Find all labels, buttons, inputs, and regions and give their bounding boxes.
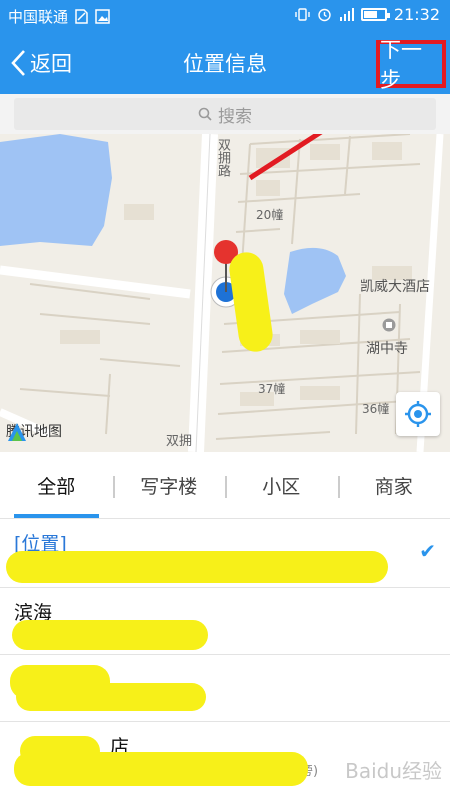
signal-icon — [339, 8, 354, 21]
annotation-arrow-icon — [248, 134, 323, 181]
poi-label-hotel: 凯威大酒店 — [360, 279, 430, 295]
carrier-label: 中国联通 — [8, 8, 69, 26]
no-sim-icon — [75, 9, 88, 24]
map-view[interactable]: 双拥路 双拥 20幢 37幢 36幢 幢 凯威大酒店 湖中寺 腾讯地图 — [0, 134, 450, 452]
search-input[interactable]: 搜索 — [14, 98, 436, 130]
locate-me-button[interactable] — [396, 392, 440, 436]
redaction-blob — [14, 752, 308, 786]
redaction-blob — [12, 620, 208, 650]
redaction-blob — [16, 683, 206, 711]
battery-icon — [360, 8, 390, 21]
next-step-label: 下一步 — [380, 38, 422, 92]
tab-label: 全部 — [37, 475, 76, 498]
crosshair-icon — [405, 401, 431, 427]
list-item[interactable]: 滨海 — [0, 588, 450, 655]
search-bar: 搜索 — [0, 94, 450, 134]
tencent-map-icon — [8, 423, 26, 441]
list-item[interactable] — [0, 655, 450, 722]
tab-all[interactable]: 全部 — [0, 452, 113, 518]
tencent-map-logo: 腾讯地图 — [6, 421, 62, 441]
road-label: 双拥 — [166, 434, 193, 449]
tab-residential[interactable]: 小区 — [225, 452, 338, 518]
temple-icon — [382, 318, 396, 332]
next-step-button[interactable]: 下一步 — [376, 38, 446, 92]
status-bar: 中国联通 21:32 — [0, 0, 450, 32]
building-label: 37幢 — [258, 382, 286, 396]
redaction-blob — [6, 551, 388, 583]
alarm-icon — [318, 8, 331, 22]
nav-header: 返回 位置信息 下一步 — [0, 32, 450, 94]
list-item[interactable]: [位置] ✔ — [0, 519, 450, 588]
poi-label-temple: 湖中寺 — [366, 341, 408, 357]
category-tabs: 全部 写字楼 小区 商家 — [0, 452, 450, 519]
search-icon — [198, 107, 212, 121]
tab-label: 写字楼 — [140, 475, 198, 498]
image-icon — [95, 9, 110, 24]
road-label: 双拥路 — [215, 138, 230, 177]
checkmark-icon: ✔ — [419, 539, 436, 563]
tab-merchant[interactable]: 商家 — [337, 452, 450, 518]
clock: 21:32 — [393, 5, 440, 24]
vibrate-icon — [295, 8, 310, 21]
building-label: 36幢 — [362, 402, 390, 416]
building-label: 20幢 — [256, 208, 284, 222]
tab-label: 小区 — [262, 475, 301, 498]
tab-label: 商家 — [374, 475, 413, 498]
search-placeholder: 搜索 — [218, 106, 252, 127]
tab-office-building[interactable]: 写字楼 — [112, 452, 226, 518]
watermark: Baidu经验 — [345, 759, 442, 783]
